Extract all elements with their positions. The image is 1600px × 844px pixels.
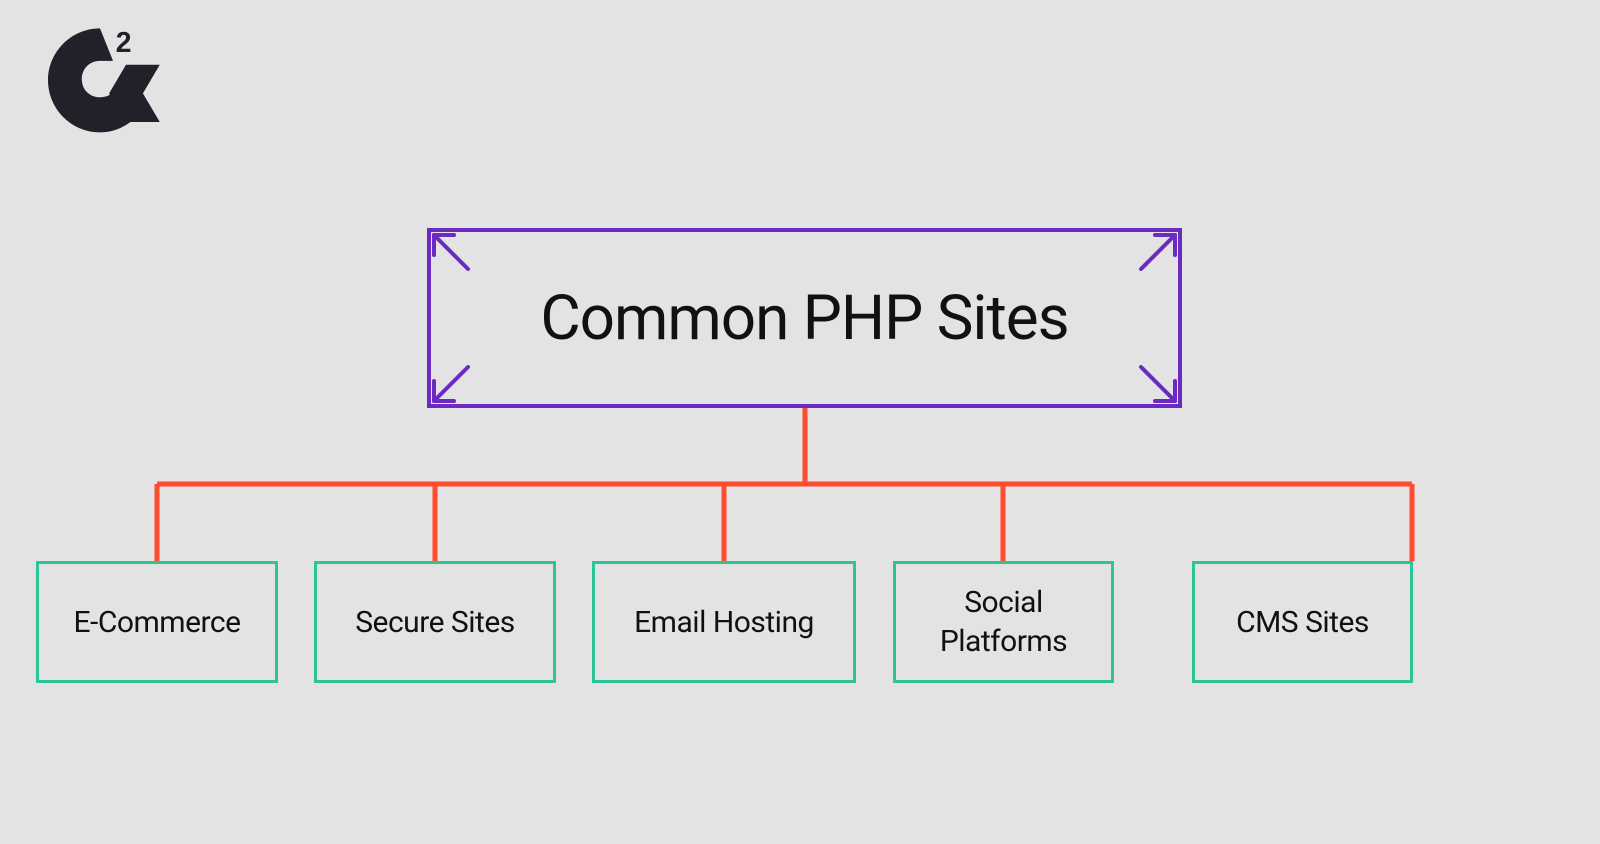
child-label: Social Platforms [940, 583, 1067, 661]
corner-arrow-icon [1135, 229, 1181, 275]
child-node-social-platforms: Social Platforms [893, 561, 1114, 683]
child-node-cms-sites: CMS Sites [1192, 561, 1413, 683]
child-label: Secure Sites [355, 603, 515, 642]
corner-arrow-icon [1135, 361, 1181, 407]
child-node-secure-sites: Secure Sites [314, 561, 556, 683]
child-label: E-Commerce [73, 603, 240, 642]
connector-lines [0, 0, 1600, 844]
main-title-box: Common PHP Sites [427, 228, 1182, 408]
child-node-email-hosting: Email Hosting [592, 561, 856, 683]
diagram-title: Common PHP Sites [540, 282, 1068, 355]
child-label: CMS Sites [1236, 603, 1369, 642]
child-node-ecommerce: E-Commerce [36, 561, 278, 683]
corner-arrow-icon [428, 229, 474, 275]
corner-arrow-icon [428, 361, 474, 407]
child-label: Email Hosting [634, 603, 814, 642]
